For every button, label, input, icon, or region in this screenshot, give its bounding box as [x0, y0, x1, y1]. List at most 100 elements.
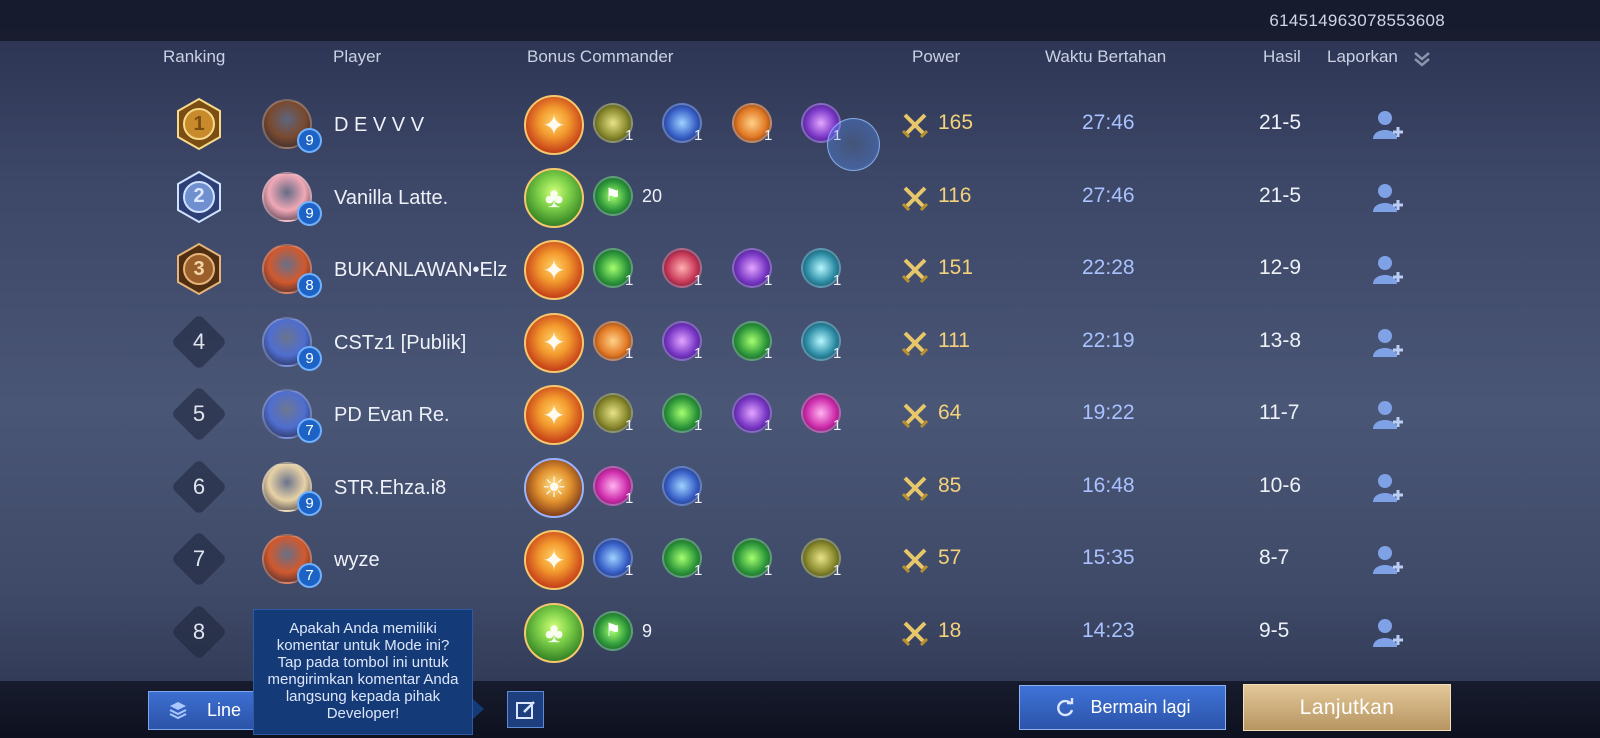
commander-icon[interactable]: ✦ [524, 240, 584, 300]
add-friend-icon[interactable] [1371, 397, 1405, 431]
synergy-count: 1 [764, 417, 773, 434]
synergy-count: 1 [764, 562, 773, 579]
synergy-count: 1 [694, 489, 703, 507]
power-value: 64 [938, 401, 962, 424]
rank-badge: 4 [170, 313, 228, 370]
lineup-button[interactable]: Line [148, 691, 263, 730]
commander-icon[interactable]: ✦ [524, 95, 584, 155]
result-value: 8-7 [1259, 546, 1290, 569]
flag-icon[interactable]: ⚑ [593, 610, 633, 651]
add-friend-icon[interactable] [1371, 180, 1405, 214]
rank-badge: 7 [170, 530, 228, 588]
player-name: BUKANLAWAN•Elz [334, 259, 508, 281]
result-value: 21-5 [1259, 111, 1302, 134]
header-bonus-commander: Bonus Commander [527, 47, 674, 66]
rank-number: 4 [192, 328, 206, 354]
commander-glyph-icon: ✦ [542, 544, 566, 576]
add-friend-icon[interactable] [1371, 107, 1405, 141]
table-row: 6 9 STR.Ehza.i8 ☀ 1 1 85 16:48 10-6 [0, 452, 1600, 524]
player-name: wyze [334, 549, 380, 571]
flag-glyph-icon: ⚑ [604, 620, 622, 640]
synergy-count: 1 [625, 344, 634, 362]
level-badge: 9 [297, 200, 322, 226]
refresh-icon [1057, 697, 1074, 716]
synergy-count: 1 [833, 417, 842, 434]
commander-icon[interactable]: ☀ [524, 457, 584, 518]
synergy-count: 1 [764, 344, 773, 362]
rank-number: 3 [193, 257, 205, 280]
rank-badge: 5 [170, 385, 228, 443]
result-value: 11-7 [1259, 401, 1300, 424]
power-value: 151 [938, 256, 974, 279]
rank-badge: 8 [170, 603, 228, 660]
player-name: STR.Ehza.i8 [334, 476, 447, 499]
add-friend-icon[interactable] [1371, 325, 1405, 359]
feedback-button[interactable] [507, 691, 544, 728]
power-value: 165 [938, 111, 974, 134]
synergy-count: 1 [833, 562, 842, 579]
player-name: D E V V V [334, 114, 425, 136]
synergy-count: 1 [694, 562, 703, 579]
commander-icon[interactable]: ✦ [524, 530, 584, 590]
synergy-count: 1 [833, 272, 842, 289]
result-value: 21-5 [1259, 183, 1302, 207]
add-friend-icon[interactable] [1371, 542, 1405, 576]
result-value: 12-9 [1259, 256, 1302, 279]
power-value: 116 [938, 183, 972, 207]
commander-glyph-icon: ✦ [542, 109, 566, 141]
crossed-swords-icon [901, 403, 929, 429]
survival-time: 14:23 [1082, 618, 1135, 642]
add-friend-icon[interactable] [1371, 252, 1405, 286]
synergy-count: 1 [625, 417, 634, 434]
add-friend-icon[interactable] [1371, 615, 1405, 649]
play-again-button[interactable]: Bermain lagi [1019, 685, 1226, 730]
commander-icon[interactable]: ♣ [524, 167, 584, 228]
table-row: 8 ♣ ⚑ 9 18 14:23 9-5 [0, 597, 1600, 669]
table-row: 5 7 PD Evan Re. ✦ 1 1 1 1 64 19:22 11-7 [0, 379, 1600, 451]
header-hasil: Hasil [1263, 47, 1301, 66]
synergy-count: 1 [694, 272, 703, 289]
table-row: 4 9 CSTz1 [Publik] ✦ 1 1 1 1 111 22:19 13-8 [0, 307, 1600, 379]
power-value: 57 [938, 546, 962, 569]
commander-glyph-icon: ✦ [542, 254, 566, 286]
header-power: Power [912, 47, 961, 66]
play-again-label: Bermain lagi [1090, 697, 1191, 717]
survival-time: 16:48 [1082, 473, 1135, 497]
lineup-label: Line [207, 700, 242, 720]
survival-time: 27:46 [1082, 183, 1135, 207]
rank-number: 1 [193, 112, 205, 135]
level-badge: 8 [297, 273, 322, 298]
rank-number: 6 [192, 473, 206, 499]
commander-glyph-icon: ☀ [541, 472, 567, 503]
table-header: Ranking Player Bonus Commander Power Wak… [0, 47, 1600, 71]
commander-icon[interactable]: ✦ [524, 385, 584, 445]
crossed-swords-icon [901, 258, 929, 284]
crossed-swords-icon [901, 331, 929, 356]
crossed-swords-icon [901, 621, 929, 646]
table-row: 3 8 BUKANLAWAN•Elz ✦ 1 1 1 1 151 22:28 12-9 [0, 234, 1600, 306]
level-badge: 9 [297, 128, 322, 153]
rank-medal-silver: 2 [172, 170, 226, 224]
tooltip-arrow [473, 699, 484, 719]
rank-badge: 6 [170, 458, 228, 515]
header-ranking: Ranking [163, 47, 226, 66]
synergy-count: 1 [764, 272, 773, 289]
crossed-swords-icon [901, 113, 929, 139]
add-friend-icon[interactable] [1371, 470, 1405, 504]
synergy-count: 1 [625, 127, 634, 144]
commander-glyph-icon: ♣ [544, 616, 564, 648]
synergy-count: 1 [833, 344, 842, 362]
top-bar: 614514963078553608 [0, 0, 1600, 41]
crossed-swords-icon [901, 186, 929, 211]
level-badge: 7 [297, 563, 322, 588]
chevron-down-icon[interactable] [1412, 50, 1432, 68]
commander-icon[interactable]: ♣ [524, 602, 584, 663]
match-id: 614514963078553608 [1269, 11, 1445, 30]
rank-number: 2 [193, 185, 205, 207]
continue-button[interactable]: Lanjutkan [1243, 684, 1451, 731]
flag-icon[interactable]: ⚑ [593, 175, 633, 216]
commander-icon[interactable]: ✦ [524, 312, 584, 373]
player-name: PD Evan Re. [334, 404, 450, 426]
power-value: 111 [938, 328, 970, 352]
synergy-count: 1 [764, 127, 773, 144]
